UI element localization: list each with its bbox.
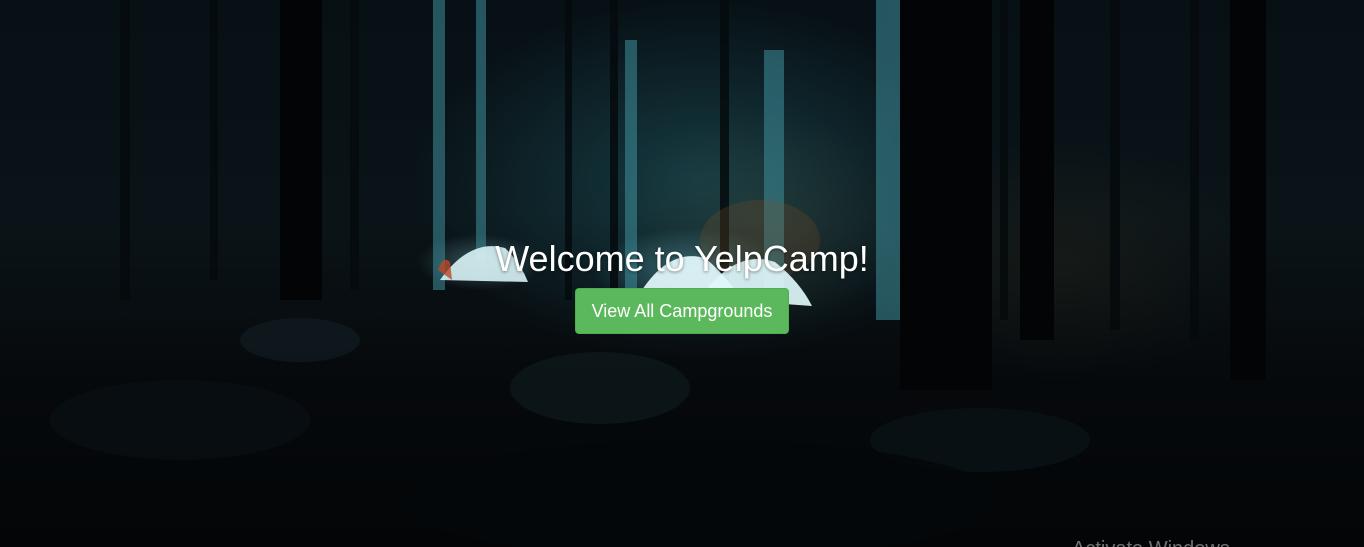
activate-windows-watermark: Activate Windows xyxy=(1072,537,1230,547)
hero-section: Welcome to YelpCamp! View All Campground… xyxy=(0,236,1364,334)
view-all-campgrounds-button[interactable]: View All Campgrounds xyxy=(574,288,790,334)
hero-title: Welcome to YelpCamp! xyxy=(495,238,869,279)
landing-page: Welcome to YelpCamp! View All Campground… xyxy=(0,0,1364,547)
